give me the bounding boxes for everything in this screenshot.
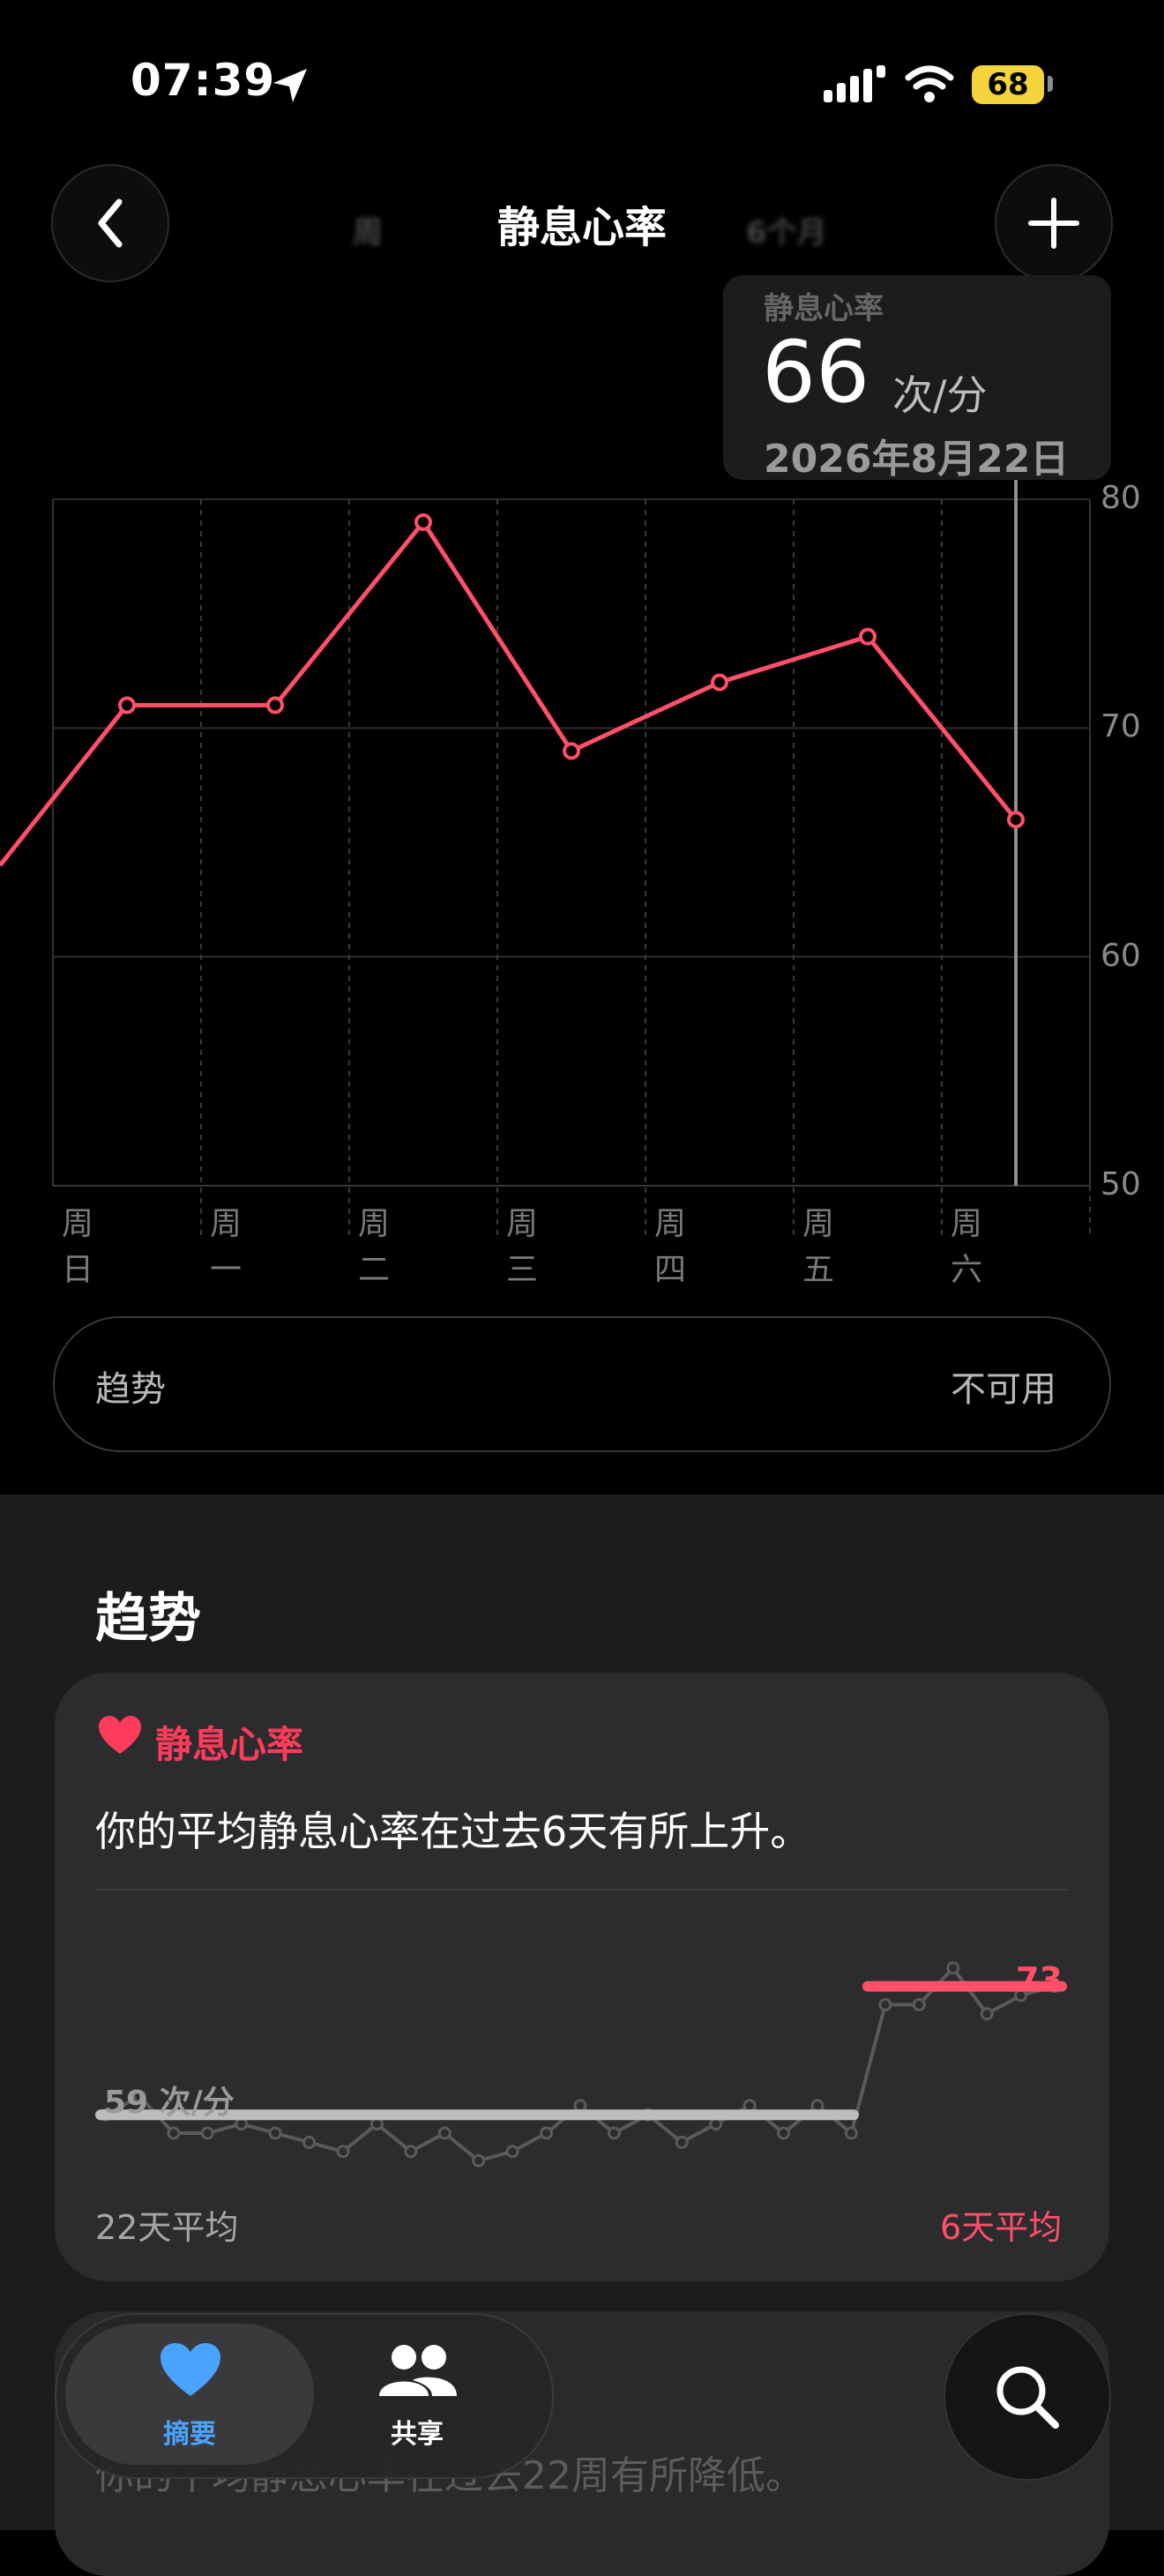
sparkline-point	[844, 2126, 858, 2140]
sparkline-point	[675, 2135, 689, 2149]
heart-icon	[160, 2343, 220, 2396]
sparkline-point	[437, 2126, 451, 2140]
people-icon	[379, 2345, 457, 2396]
sparkline-point	[404, 2145, 418, 2159]
sparkline-point	[336, 2145, 350, 2159]
old-average-label: 59 次/分	[104, 2085, 235, 2121]
sparkline-point	[980, 2007, 994, 2021]
trend-sparkline	[95, 1961, 1067, 2168]
sparkline-point	[200, 2126, 214, 2140]
sparkline-point	[742, 2099, 757, 2113]
sparkline-point	[302, 2135, 317, 2149]
search-icon	[996, 2366, 1059, 2429]
search-button[interactable]	[944, 2313, 1111, 2481]
sparkline-point	[878, 1997, 892, 2011]
sparkline-point	[912, 1997, 926, 2011]
old-average-period: 22天平均	[95, 2208, 239, 2247]
sparkline-point	[946, 1961, 960, 1975]
sparkline-point	[235, 2117, 249, 2131]
tab-summary[interactable]: 摘要	[101, 2412, 278, 2451]
sparkline-point	[369, 2117, 384, 2131]
sparkline-point	[777, 2126, 791, 2140]
sparkline-point	[607, 2126, 621, 2140]
tab-sharing[interactable]: 共享	[329, 2412, 505, 2451]
sparkline-point	[268, 2126, 282, 2140]
sparkline-point	[573, 2099, 587, 2113]
sparkline-point	[810, 2099, 824, 2113]
sparkline-point	[709, 2117, 723, 2131]
new-average-label: 73	[1016, 1960, 1063, 1999]
sparkline-point	[505, 2145, 519, 2159]
sparkline-point	[472, 2153, 486, 2168]
new-average-period: 6天平均	[940, 2208, 1063, 2247]
sparkline-point	[540, 2126, 554, 2140]
sparkline-point	[167, 2126, 181, 2140]
sparkline-path	[105, 1966, 1056, 2163]
